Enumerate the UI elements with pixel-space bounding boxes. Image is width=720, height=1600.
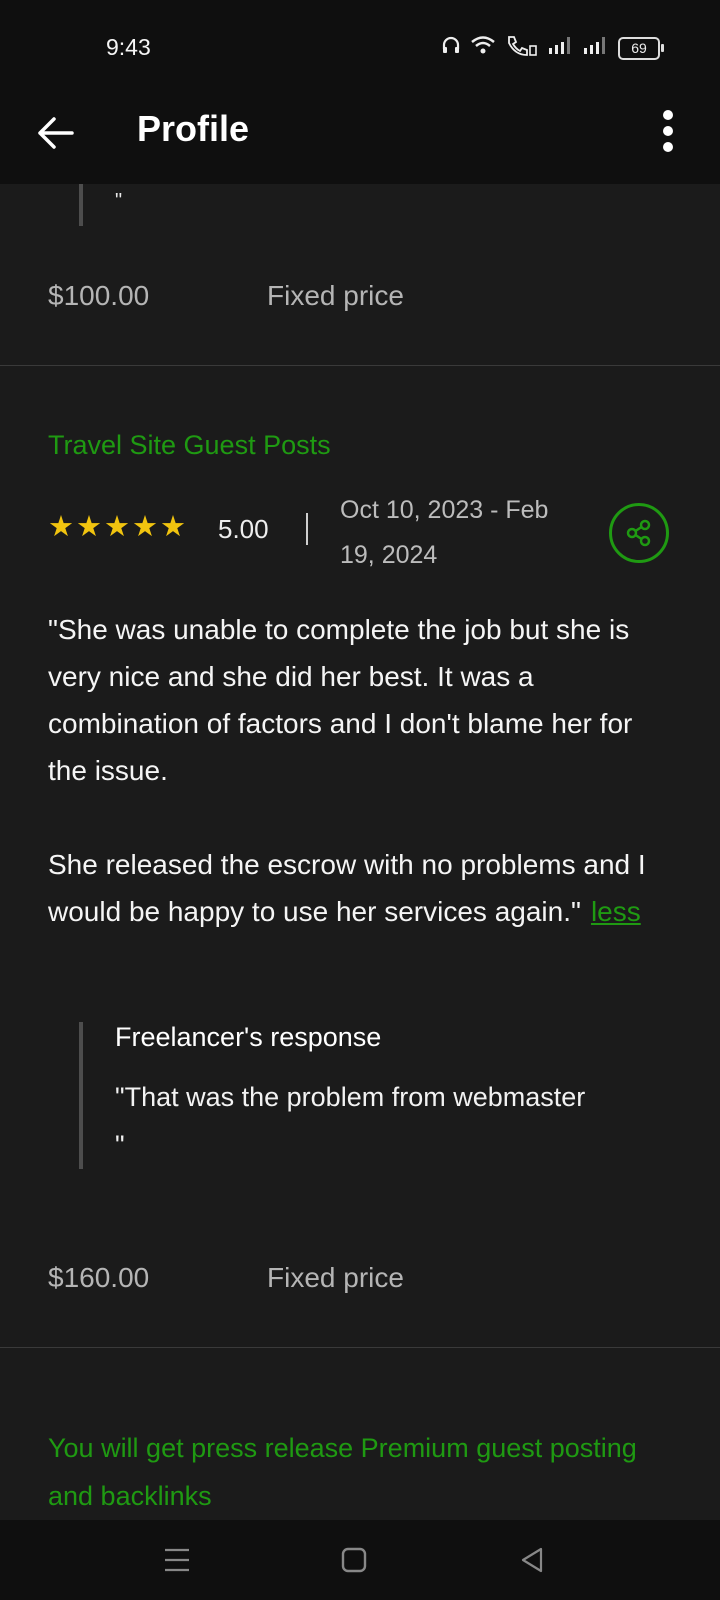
price-row: $160.00 Fixed price [48, 1262, 404, 1294]
less-link[interactable]: less [591, 896, 641, 927]
star-icon: ★ [48, 511, 74, 543]
previous-price: $100.00 [48, 280, 150, 311]
divider [0, 1347, 720, 1348]
home-icon[interactable] [334, 1540, 374, 1580]
share-icon [626, 519, 651, 547]
response-title: Freelancer's response [115, 1022, 382, 1052]
star-icon: ★ [104, 511, 130, 543]
review-paragraph: She released the escrow with no problems… [48, 841, 678, 935]
star-icon: ★ [76, 511, 102, 543]
wifi-calling-icon [505, 34, 539, 62]
price: $160.00 [48, 1262, 150, 1293]
star-icon: ★ [160, 511, 186, 543]
wifi-icon [470, 35, 496, 61]
battery-icon: 69 [618, 36, 664, 60]
job-title[interactable]: Travel Site Guest Posts [48, 430, 331, 461]
job-dates: Oct 10, 2023 - Feb 19, 2024 [340, 496, 549, 569]
signal-icon-sim1 [548, 35, 574, 61]
app-bar: Profile [0, 96, 720, 184]
next-job-title[interactable]: You will get press release Premium guest… [48, 1424, 688, 1520]
star-icon: ★ [132, 511, 158, 543]
response-text: "That was the problem from webmaster " [115, 1082, 586, 1160]
previous-price-type: Fixed price [267, 280, 404, 311]
previous-response-closing-quote: " [115, 190, 123, 212]
recent-apps-icon[interactable] [157, 1540, 197, 1580]
back-nav-icon[interactable] [512, 1540, 552, 1580]
page-title: Profile [137, 108, 250, 149]
system-nav-bar [0, 1520, 720, 1600]
review-text: "She was unable to complete the job but … [48, 606, 678, 935]
price-type: Fixed price [267, 1262, 404, 1293]
review-paragraph: "She was unable to complete the job but … [48, 614, 633, 786]
share-button[interactable] [609, 503, 669, 563]
back-arrow-icon[interactable] [32, 108, 82, 158]
status-icons: 69 [441, 34, 664, 62]
more-options-icon[interactable] [658, 104, 678, 158]
previous-price-row: $100.00 Fixed price [48, 280, 404, 312]
freelancer-response: Freelancer's response "That was the prob… [79, 1022, 675, 1169]
headphones-icon [441, 35, 461, 61]
review-paragraph-text: She released the escrow with no problems… [48, 849, 646, 927]
rating-value: 5.00 [218, 514, 269, 544]
response-quote-bar [79, 184, 83, 226]
signal-icon-sim2 [583, 35, 609, 61]
divider [0, 365, 720, 366]
rating-separator [306, 513, 308, 545]
status-bar: 9:43 69 [0, 0, 720, 96]
star-rating: ★ ★ ★ ★ ★ [48, 513, 186, 542]
status-time: 9:43 [106, 34, 151, 60]
